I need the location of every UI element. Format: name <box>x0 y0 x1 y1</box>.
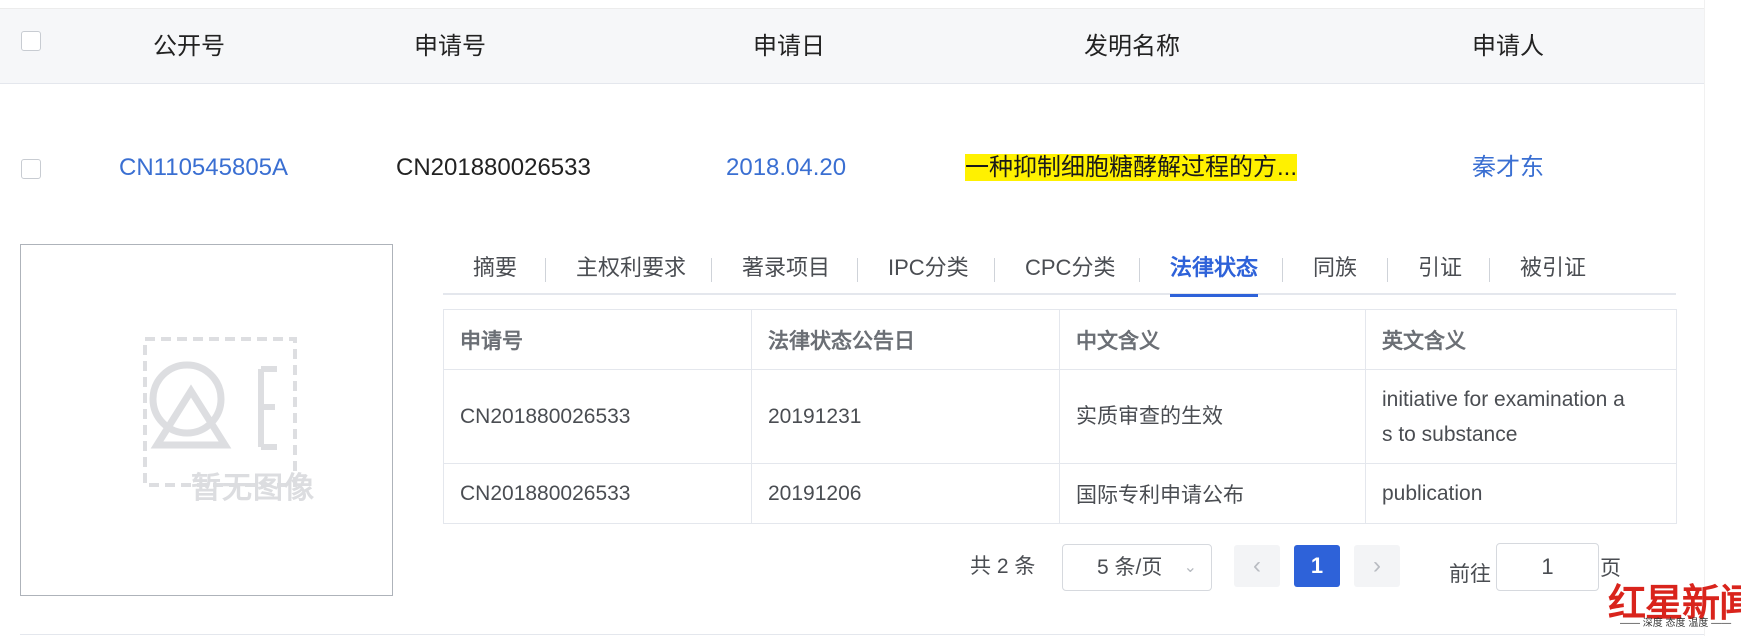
next-page-button[interactable]: › <box>1354 545 1400 587</box>
tab-divider <box>1387 258 1388 282</box>
legal-col-date: 法律状态公告日 <box>751 309 1060 370</box>
en-meaning-line: initiative for examination a <box>1382 387 1625 411</box>
no-image-text: 暂无图像 <box>191 472 315 505</box>
legal-col-en-meaning: 英文含义 <box>1365 309 1677 370</box>
results-table-header: 公开号 申请号 申请日 发明名称 申请人 <box>0 8 1704 84</box>
page-size-value: 5 条/页 <box>1097 556 1163 579</box>
tab-divider <box>545 258 546 282</box>
table-cell: publication <box>1365 463 1677 524</box>
column-header-app-no[interactable]: 申请号 <box>350 9 550 85</box>
patent-image-box: 暂无图像 <box>20 244 393 596</box>
table-cell: 实质审查的生效 <box>1059 369 1366 464</box>
table-cell: 20191206 <box>751 463 1060 524</box>
column-header-title[interactable]: 发明名称 <box>1032 9 1232 85</box>
select-all-checkbox[interactable] <box>21 31 41 51</box>
legal-col-cn-meaning: 中文含义 <box>1059 309 1366 370</box>
goto-label: 前往 <box>1449 563 1491 586</box>
title-highlighted-text[interactable]: 一种抑制细胞糖酵解过程的方... <box>965 154 1298 181</box>
tab-divider <box>1139 258 1140 282</box>
row-checkbox[interactable] <box>21 159 41 179</box>
watermark-logo: 红星新闻 —— 深度 态度 温度 —— <box>1604 572 1741 632</box>
tab-cited-by[interactable]: 被引证 <box>1520 252 1586 295</box>
pagination-total: 共 2 条 <box>970 555 1036 578</box>
column-header-app-date[interactable]: 申请日 <box>689 9 889 85</box>
title-cell[interactable]: 一种抑制细胞糖酵解过程的方... <box>965 150 1298 186</box>
app-date-link[interactable]: 2018.04.20 <box>726 150 846 186</box>
detail-tabs: 摘要 主权利要求 著录项目 IPC分类 CPC分类 法律状态 同族 引证 被引证 <box>443 252 1676 297</box>
tab-divider <box>1282 258 1283 282</box>
chevron-down-icon: ⌄ <box>1183 559 1197 576</box>
column-header-pub-no[interactable]: 公开号 <box>89 9 289 85</box>
tab-citations[interactable]: 引证 <box>1418 252 1462 295</box>
tab-family[interactable]: 同族 <box>1313 252 1357 295</box>
legal-status-table: 申请号 法律状态公告日 中文含义 英文含义 CN201880026533 201… <box>443 309 1677 524</box>
tab-bibliographic[interactable]: 著录项目 <box>742 252 830 295</box>
pub-no-link[interactable]: CN110545805A <box>119 150 288 186</box>
applicant-link[interactable]: 秦才东 <box>1472 150 1544 186</box>
tab-cpc[interactable]: CPC分类 <box>1025 252 1115 295</box>
en-meaning-line: s to substance <box>1382 422 1518 446</box>
tab-divider <box>857 258 858 282</box>
current-page-button[interactable]: 1 <box>1294 545 1340 587</box>
table-cell: 20191231 <box>751 369 1060 464</box>
scroll-gutter <box>1704 0 1741 636</box>
app-no-value: CN201880026533 <box>396 154 591 181</box>
prev-page-button[interactable]: ‹ <box>1234 545 1280 587</box>
table-row: CN110545805A CN201880026533 2018.04.20 一… <box>0 84 1704 236</box>
tab-ipc[interactable]: IPC分类 <box>888 252 969 295</box>
tab-divider <box>994 258 995 282</box>
table-cell: CN201880026533 <box>443 369 752 464</box>
tab-divider <box>1489 258 1490 282</box>
table-row: CN201880026533 20191231 实质审查的生效 initiati… <box>443 369 1677 464</box>
table-cell: initiative for examination a s to substa… <box>1365 369 1677 464</box>
divider <box>20 634 1704 635</box>
tab-main-claim[interactable]: 主权利要求 <box>576 252 686 295</box>
tab-abstract[interactable]: 摘要 <box>473 252 517 295</box>
patent-result-page: 公开号 申请号 申请日 发明名称 申请人 CN110545805A CN2018… <box>0 0 1741 636</box>
legal-col-app-no: 申请号 <box>443 309 752 370</box>
table-cell: CN201880026533 <box>443 463 752 524</box>
goto-page-input[interactable] <box>1496 543 1599 591</box>
tab-legal-status[interactable]: 法律状态 <box>1170 252 1259 297</box>
watermark-slogan: —— 深度 态度 温度 —— <box>1620 618 1732 629</box>
tab-divider <box>711 258 712 282</box>
table-cell: 国际专利申请公布 <box>1059 463 1366 524</box>
page-size-select[interactable]: 5 条/页 ⌄ <box>1062 544 1212 591</box>
legal-table-header-row: 申请号 法律状态公告日 中文含义 英文含义 <box>443 309 1677 370</box>
table-row: CN201880026533 20191206 国际专利申请公布 publica… <box>443 463 1677 524</box>
column-header-applicant[interactable]: 申请人 <box>1408 9 1608 85</box>
